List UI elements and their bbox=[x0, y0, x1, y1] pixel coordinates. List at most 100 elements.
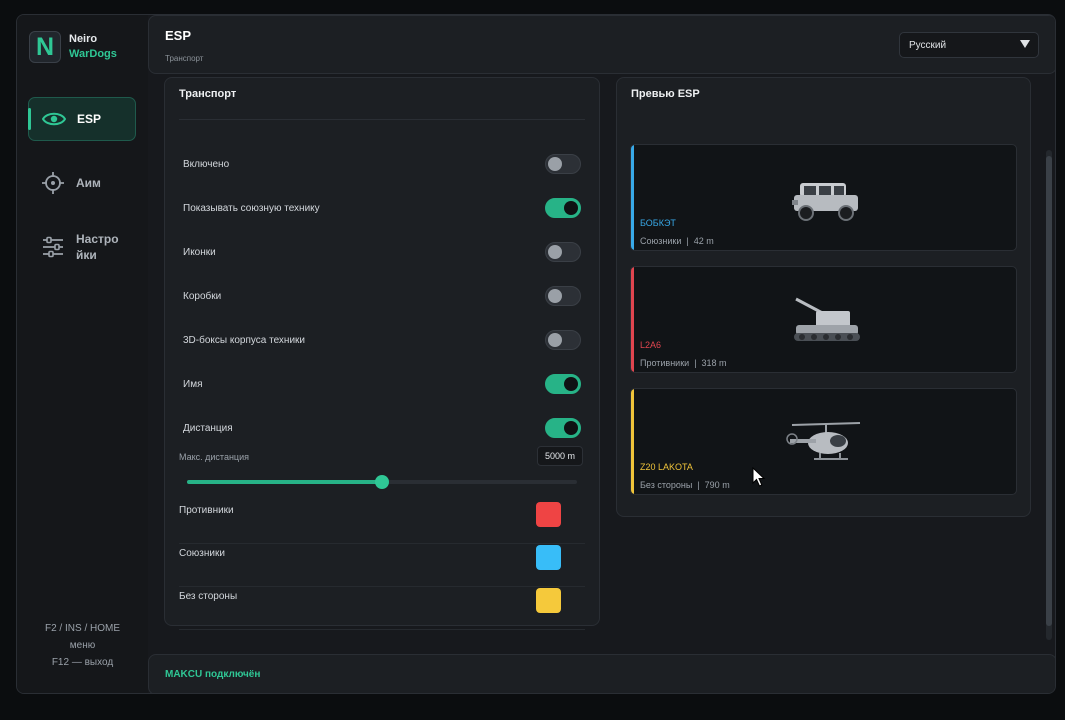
language-select[interactable]: Русский bbox=[899, 32, 1039, 58]
toggle-label: Показывать союзную технику bbox=[183, 203, 320, 214]
color-row: Союзники bbox=[179, 544, 585, 587]
max-distance-value: 5000 m bbox=[537, 446, 584, 466]
toggle-switch[interactable] bbox=[545, 154, 581, 174]
toggle-row: Имя bbox=[183, 373, 581, 397]
hotkey-line: меню bbox=[69, 640, 96, 651]
side-color-bar bbox=[631, 145, 634, 250]
toggle-label: Коробки bbox=[183, 291, 222, 302]
vehicle-side: Противники bbox=[640, 358, 690, 368]
toggle-switch[interactable] bbox=[545, 286, 581, 306]
side-color-bar bbox=[631, 267, 634, 372]
esp-preview-card: БОБКЭТ Союзники | 42 m bbox=[630, 144, 1017, 251]
meta-separator: | bbox=[689, 358, 702, 368]
toggle-switch[interactable] bbox=[545, 198, 581, 218]
vehicle-name: L2A6 bbox=[640, 340, 662, 350]
brand-subtitle: WarDogs bbox=[69, 48, 117, 60]
toggle-row: Показывать союзную технику bbox=[183, 197, 581, 221]
color-swatch[interactable] bbox=[536, 545, 561, 570]
connection-status: MAKCU подключён bbox=[165, 669, 261, 680]
meta-separator: | bbox=[692, 480, 705, 490]
artillery-icon bbox=[786, 295, 866, 347]
slider-thumb[interactable] bbox=[375, 475, 389, 489]
toggle-knob bbox=[564, 421, 578, 435]
header: ESP Транспорт Русский bbox=[148, 15, 1055, 74]
mouse-cursor-icon bbox=[752, 467, 766, 487]
vehicle-name: БОБКЭТ bbox=[640, 218, 676, 228]
toggle-row: Иконки bbox=[183, 241, 581, 265]
toggle-label: Дистанция bbox=[183, 423, 233, 434]
app-window: N Neiro WarDogs ESP Аим Настро йки F2 / … bbox=[16, 14, 1056, 694]
sidebar-item-aim[interactable]: Аим bbox=[28, 161, 136, 205]
brand-name: Neiro bbox=[69, 33, 98, 45]
page-subtitle: Транспорт bbox=[165, 54, 204, 63]
toggle-knob bbox=[548, 289, 562, 303]
sliders-icon bbox=[40, 234, 66, 260]
sidebar-item-settings[interactable]: Настро йки bbox=[28, 225, 136, 269]
toggle-row: Коробки bbox=[183, 285, 581, 309]
hotkey-line: F12 — выход bbox=[51, 657, 114, 668]
max-distance-label: Макс. дистанция bbox=[179, 452, 249, 462]
chevron-down-icon bbox=[1020, 40, 1030, 48]
scrollbar-thumb[interactable] bbox=[1046, 156, 1052, 626]
meta-separator: | bbox=[681, 236, 694, 246]
toggle-knob bbox=[548, 245, 562, 259]
sidebar-item-label: Аим bbox=[76, 176, 101, 190]
esp-preview-card: Z20 LAKOTA Без стороны | 790 m bbox=[630, 388, 1017, 495]
sidebar-nav: ESP Аим Настро йки bbox=[28, 97, 136, 289]
toggle-row: Дистанция bbox=[183, 417, 581, 441]
vehicle-side: Без стороны bbox=[640, 480, 693, 490]
brand: N Neiro WarDogs bbox=[29, 31, 117, 63]
color-row: Противники bbox=[179, 501, 585, 544]
vehicle-distance: 42 m bbox=[693, 236, 714, 246]
toggle-switch[interactable] bbox=[545, 418, 581, 438]
toggle-label: Включено bbox=[183, 159, 230, 170]
esp-preview-panel: Превью ESP БОБКЭТ Союзники | 42 m L2A6 Прот… bbox=[616, 77, 1031, 517]
vehicle-side: Союзники bbox=[640, 236, 682, 246]
color-swatch[interactable] bbox=[536, 588, 561, 613]
hotkey-hint: F2 / INS / HOME меню F12 — выход bbox=[17, 620, 148, 671]
vehicle-distance: 790 m bbox=[704, 480, 730, 490]
side-color-bar bbox=[631, 389, 634, 494]
scrollbar[interactable] bbox=[1046, 150, 1052, 640]
esp-preview-card: L2A6 Противники | 318 m bbox=[630, 266, 1017, 373]
color-label: Противники bbox=[179, 505, 234, 516]
toggle-row: Включено bbox=[183, 153, 581, 177]
toggle-label: Имя bbox=[183, 379, 203, 390]
sidebar-item-esp[interactable]: ESP bbox=[28, 97, 136, 141]
slider-fill bbox=[187, 480, 382, 484]
toggle-switch[interactable] bbox=[545, 330, 581, 350]
toggle-row: 3D-боксы корпуса техники bbox=[183, 329, 581, 353]
toggle-knob bbox=[548, 157, 562, 171]
toggle-label: Иконки bbox=[183, 247, 216, 258]
sidebar-item-label: Настро йки bbox=[76, 232, 119, 262]
toggle-switch[interactable] bbox=[545, 242, 581, 262]
crosshair-icon bbox=[40, 170, 66, 196]
panel-title: Превью ESP bbox=[631, 88, 700, 100]
eye-icon bbox=[41, 106, 67, 132]
max-distance-slider[interactable] bbox=[187, 473, 577, 491]
divider bbox=[179, 119, 585, 120]
panel-title: Транспорт bbox=[179, 88, 237, 100]
vehicle-meta: Союзники | 42 m bbox=[640, 236, 714, 246]
color-row: Без стороны bbox=[179, 587, 585, 630]
language-select-value: Русский bbox=[909, 40, 947, 51]
toggle-knob bbox=[564, 377, 578, 391]
vehicle-meta: Противники | 318 m bbox=[640, 358, 727, 368]
transport-settings-panel: Транспорт Включено Показывать союзную тех… bbox=[164, 77, 600, 630]
color-label: Союзники bbox=[179, 548, 225, 559]
color-swatch[interactable] bbox=[536, 502, 561, 527]
toggle-knob bbox=[548, 333, 562, 347]
page-title: ESP bbox=[165, 28, 192, 43]
sidebar: N Neiro WarDogs ESP Аим Настро йки F2 / … bbox=[17, 15, 148, 693]
helicopter-icon bbox=[786, 417, 866, 469]
vehicle-name: Z20 LAKOTA bbox=[640, 462, 693, 472]
color-label: Без стороны bbox=[179, 591, 238, 602]
jeep-icon bbox=[786, 173, 866, 225]
sidebar-item-label: ESP bbox=[77, 112, 102, 126]
hotkey-line: F2 / INS / HOME bbox=[44, 623, 120, 634]
status-bar: MAKCU подключён bbox=[148, 654, 1055, 693]
toggle-knob bbox=[564, 201, 578, 215]
toggle-label: 3D-боксы корпуса техники bbox=[183, 335, 305, 346]
toggle-switch[interactable] bbox=[545, 374, 581, 394]
vehicle-meta: Без стороны | 790 m bbox=[640, 480, 730, 490]
